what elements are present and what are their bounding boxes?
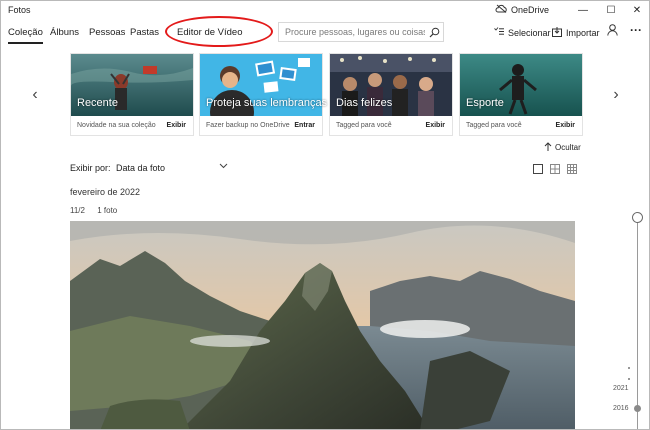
card-recent-title: Recente bbox=[77, 97, 118, 109]
person-icon bbox=[607, 24, 618, 38]
card-recent-subtitle: Novidade na sua coleção bbox=[77, 122, 156, 129]
timeline-track[interactable] bbox=[637, 221, 638, 429]
cloud-icon bbox=[495, 4, 507, 15]
onedrive-status[interactable]: OneDrive bbox=[495, 4, 549, 15]
tab-people[interactable]: Pessoas bbox=[89, 27, 125, 38]
search-box[interactable]: Procure pessoas, lugares ou coisas... bbox=[278, 22, 444, 42]
card-sports-subtitle: Tagged para você bbox=[466, 122, 522, 129]
timeline-marker bbox=[628, 378, 630, 380]
timeline-handle[interactable] bbox=[632, 212, 643, 223]
card-protect-footer: Fazer backup no OneDrive Entrar bbox=[200, 116, 322, 136]
maximize-button[interactable]: ☐ bbox=[597, 1, 625, 19]
card-happy-days-subtitle: Tagged para você bbox=[336, 122, 392, 129]
timeline-position-marker bbox=[634, 405, 641, 412]
onedrive-label: OneDrive bbox=[511, 4, 550, 15]
search-input[interactable]: Procure pessoas, lugares ou coisas... bbox=[279, 27, 425, 37]
day-label: 11/2 bbox=[70, 206, 85, 215]
card-sports-title: Esporte bbox=[466, 97, 504, 109]
medium-grid-icon[interactable] bbox=[550, 161, 560, 174]
import-label: Importar bbox=[566, 28, 600, 38]
large-view-icon[interactable] bbox=[533, 161, 543, 174]
import-icon bbox=[552, 27, 562, 39]
day-header: 11/2 1 foto bbox=[70, 206, 127, 215]
account-button[interactable] bbox=[607, 24, 618, 38]
tab-albums[interactable]: Álbuns bbox=[50, 27, 79, 38]
timeline-marker bbox=[628, 367, 630, 369]
carousel-prev-button[interactable]: ‹ bbox=[27, 86, 43, 104]
video-editor-highlight-ellipse bbox=[165, 16, 273, 47]
photo-thumbnail[interactable] bbox=[70, 221, 575, 429]
card-sports-action[interactable]: Exibir bbox=[556, 122, 575, 129]
minimize-button[interactable]: — bbox=[569, 1, 597, 19]
card-happy-days-title: Dias felizes bbox=[336, 97, 393, 109]
view-by-dropdown[interactable]: Data da foto bbox=[116, 163, 165, 173]
select-icon bbox=[494, 27, 504, 38]
month-heading: fevereiro de 2022 bbox=[70, 187, 141, 197]
view-by-label: Exibir por: bbox=[70, 163, 111, 173]
card-protect-title: Proteja suas lembranças bbox=[206, 97, 328, 109]
more-options-button[interactable]: ··· bbox=[630, 23, 642, 37]
card-sports-footer: Tagged para você Exibir bbox=[460, 116, 582, 136]
chevron-down-icon[interactable] bbox=[219, 161, 228, 171]
carousel-next-button[interactable]: › bbox=[608, 86, 624, 104]
hide-label: Ocultar bbox=[555, 143, 581, 152]
timeline-year-2021[interactable]: 2021 bbox=[613, 385, 629, 392]
app-title: Fotos bbox=[8, 5, 31, 15]
card-happy-days-footer: Tagged para você Exibir bbox=[330, 116, 452, 136]
photos-window: Fotos OneDrive — ☐ ✕ Coleção Álbuns Pess… bbox=[0, 0, 650, 430]
tab-folders[interactable]: Pastas bbox=[130, 27, 159, 38]
card-protect-action[interactable]: Entrar bbox=[294, 122, 315, 129]
card-protect-subtitle: Fazer backup no OneDrive bbox=[206, 122, 290, 129]
photo-count: 1 foto bbox=[97, 206, 118, 215]
small-grid-icon[interactable] bbox=[567, 161, 577, 174]
card-protect-memories[interactable]: Proteja suas lembranças Fazer backup no … bbox=[199, 53, 327, 136]
card-sports[interactable]: Esporte Tagged para você Exibir bbox=[459, 53, 583, 136]
select-button[interactable]: Selecionar bbox=[494, 27, 551, 38]
arrow-up-icon bbox=[544, 142, 552, 153]
card-recent[interactable]: Recente Novidade na sua coleção Exibir bbox=[70, 53, 194, 136]
timeline-year-2016[interactable]: 2016 bbox=[613, 405, 629, 412]
tab-collection[interactable]: Coleção bbox=[8, 27, 43, 44]
search-icon[interactable] bbox=[425, 23, 443, 41]
card-recent-action[interactable]: Exibir bbox=[167, 122, 186, 129]
title-bar: Fotos OneDrive — ☐ ✕ bbox=[1, 1, 649, 19]
select-label: Selecionar bbox=[508, 27, 551, 38]
close-button[interactable]: ✕ bbox=[623, 1, 649, 19]
card-happy-days[interactable]: Dias felizes Tagged para você Exibir bbox=[329, 53, 453, 136]
card-recent-footer: Novidade na sua coleção Exibir bbox=[71, 116, 193, 136]
card-happy-days-action[interactable]: Exibir bbox=[426, 122, 445, 129]
hide-button[interactable]: Ocultar bbox=[544, 142, 581, 153]
import-button[interactable]: Importar bbox=[552, 27, 600, 39]
